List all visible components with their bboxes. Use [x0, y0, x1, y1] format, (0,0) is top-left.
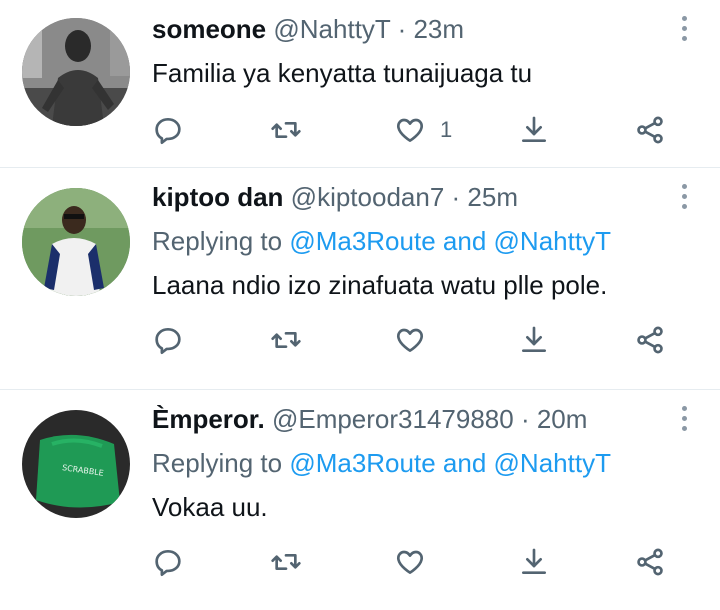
mention-link[interactable]: @NahttyT	[494, 226, 611, 256]
avatar[interactable]: SCRABBLE	[22, 410, 130, 518]
download-icon	[522, 116, 546, 142]
tweet[interactable]: kiptoo dan @kiptoodan7 · 25m Replying to…	[0, 168, 720, 390]
like-button[interactable]: 1	[394, 110, 452, 150]
retweet-icon	[271, 122, 301, 138]
avatar-photo	[22, 188, 130, 296]
replying-prefix: Replying to	[152, 226, 283, 256]
tweet-time[interactable]: · 23m	[398, 14, 464, 44]
download-button[interactable]	[518, 320, 550, 360]
tweet[interactable]: someone @NahttyT · 23m Familia ya kenyat…	[0, 0, 720, 168]
tweet-header: Èmperor. @Emperor31479880 · 20m	[152, 404, 587, 435]
mention-link[interactable]: @Ma3Route	[289, 226, 435, 256]
tweet[interactable]: SCRABBLE Èmperor. @Emperor31479880 · 20m…	[0, 390, 720, 610]
tweet-actions	[152, 320, 684, 360]
download-icon	[522, 326, 546, 352]
retweet-button[interactable]	[270, 542, 302, 582]
like-button[interactable]	[394, 320, 426, 360]
replying-prefix: Replying to	[152, 448, 283, 478]
reply-icon	[155, 328, 181, 354]
download-button[interactable]	[518, 110, 550, 150]
share-icon	[637, 548, 663, 576]
display-name[interactable]: kiptoo dan	[152, 182, 283, 212]
share-button[interactable]	[634, 542, 666, 582]
like-icon	[396, 328, 424, 352]
retweet-button[interactable]	[270, 110, 302, 150]
user-handle[interactable]: @Emperor31479880	[272, 404, 514, 434]
reply-button[interactable]	[152, 110, 184, 150]
user-handle[interactable]: @kiptoodan7	[291, 182, 445, 212]
tweet-time[interactable]: · 25m	[452, 182, 518, 212]
like-icon	[396, 118, 424, 142]
download-button[interactable]	[518, 542, 550, 582]
retweet-icon	[271, 332, 301, 348]
like-icon	[396, 550, 424, 574]
tweet-text: Familia ya kenyatta tunaijuaga tu	[152, 58, 533, 88]
reply-button[interactable]	[152, 320, 184, 360]
avatar[interactable]	[22, 188, 130, 296]
share-icon	[637, 116, 663, 144]
avatar[interactable]	[22, 18, 130, 126]
more-icon[interactable]	[682, 406, 688, 432]
share-icon	[637, 326, 663, 354]
more-icon[interactable]	[682, 16, 688, 42]
tweet-header: someone @NahttyT · 23m	[152, 14, 464, 45]
retweet-button[interactable]	[270, 320, 302, 360]
share-button[interactable]	[634, 320, 666, 360]
mention-link[interactable]: @NahttyT	[494, 448, 611, 478]
display-name[interactable]: someone	[152, 14, 266, 44]
tweet-time[interactable]: · 20m	[521, 404, 587, 434]
like-count: 1	[440, 117, 453, 142]
replying-to: Replying to @Ma3Route and @NahttyT	[152, 448, 611, 479]
tweet-actions: 1	[152, 110, 684, 150]
share-button[interactable]	[634, 110, 666, 150]
replying-to: Replying to @Ma3Route and @NahttyT	[152, 226, 611, 257]
avatar-photo	[22, 18, 130, 126]
replying-and[interactable]: and	[443, 448, 486, 478]
mention-link[interactable]: @Ma3Route	[289, 448, 435, 478]
tweet-text: Laana ndio izo zinafuata watu plle pole.	[152, 270, 608, 300]
reply-icon	[155, 550, 181, 576]
user-handle[interactable]: @NahttyT	[273, 14, 390, 44]
reply-button[interactable]	[152, 542, 184, 582]
tweet-header: kiptoo dan @kiptoodan7 · 25m	[152, 182, 518, 213]
replying-and[interactable]: and	[443, 226, 486, 256]
more-icon[interactable]	[682, 184, 688, 210]
avatar-photo: SCRABBLE	[22, 410, 130, 518]
download-icon	[522, 548, 546, 574]
retweet-icon	[271, 554, 301, 570]
reply-icon	[155, 118, 181, 144]
like-button[interactable]	[394, 542, 426, 582]
tweet-actions	[152, 542, 684, 582]
display-name[interactable]: Èmperor.	[152, 404, 265, 434]
tweet-text: Vokaa uu.	[152, 492, 268, 522]
